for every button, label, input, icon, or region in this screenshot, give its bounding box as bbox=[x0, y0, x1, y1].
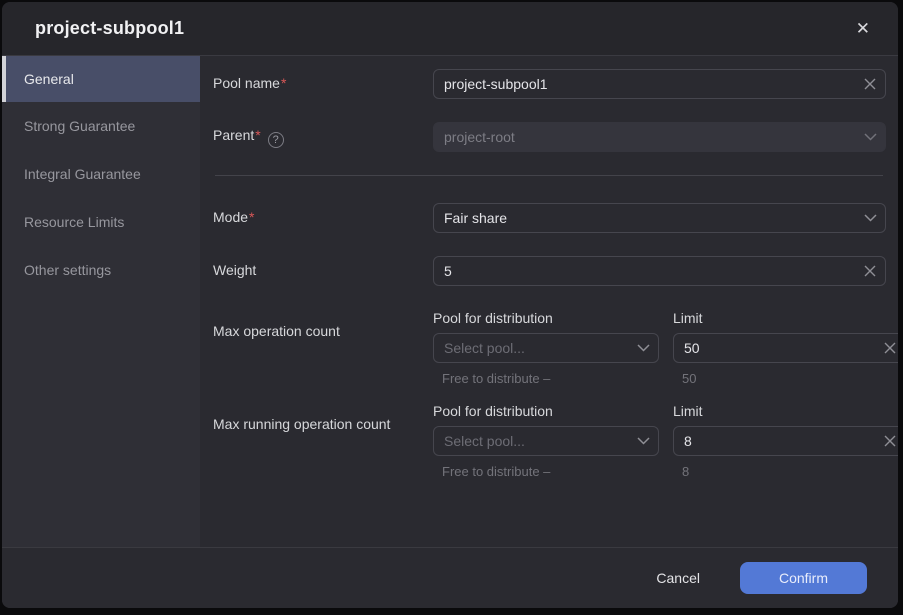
mode-select[interactable] bbox=[433, 203, 886, 233]
dialog-title: project-subpool1 bbox=[35, 18, 184, 39]
limit-label: Limit bbox=[673, 403, 898, 419]
parent-select-value bbox=[434, 123, 855, 151]
free-to-distribute-value: 50 bbox=[673, 371, 898, 389]
pool-name-label-wrap: Pool name* bbox=[213, 75, 433, 93]
sidebar-item-other-settings[interactable]: Other settings bbox=[2, 246, 200, 294]
max-running-operation-count-label-wrap: Max running operation count bbox=[213, 403, 433, 482]
max-running-limit-field bbox=[673, 426, 898, 456]
max-running-pool-select-input[interactable] bbox=[434, 427, 628, 455]
mode-row: Mode* bbox=[213, 203, 886, 233]
confirm-button[interactable]: Confirm bbox=[740, 562, 867, 594]
dialog-header: project-subpool1 ✕ bbox=[2, 2, 898, 56]
parent-row: Parent*? bbox=[213, 122, 886, 152]
clear-icon[interactable] bbox=[875, 427, 898, 455]
weight-row: Weight bbox=[213, 256, 886, 286]
max-running-pool-select[interactable] bbox=[433, 426, 659, 456]
max-op-limit-field bbox=[673, 333, 898, 363]
chevron-down-icon[interactable] bbox=[855, 204, 885, 232]
weight-input[interactable] bbox=[434, 257, 855, 285]
weight-label-wrap: Weight bbox=[213, 262, 433, 280]
general-settings-panel: Pool name* Parent*? bbox=[200, 56, 898, 547]
max-running-operation-count-group: Max running operation count Pool for dis… bbox=[213, 403, 886, 482]
pool-for-distribution-label: Pool for distribution bbox=[433, 403, 659, 419]
help-icon[interactable]: ? bbox=[268, 132, 284, 148]
mode-label-wrap: Mode* bbox=[213, 209, 433, 227]
free-to-distribute-label: Free to distribute – bbox=[433, 371, 659, 389]
clear-icon[interactable] bbox=[855, 257, 885, 285]
dialog-body: General Strong Guarantee Integral Guaran… bbox=[2, 56, 898, 547]
sidebar-item-resource-limits[interactable]: Resource Limits bbox=[2, 198, 200, 246]
free-to-distribute-value: 8 bbox=[673, 464, 898, 482]
dialog-footer: Cancel Confirm bbox=[2, 547, 898, 608]
pool-for-distribution-label: Pool for distribution bbox=[433, 310, 659, 326]
mode-label: Mode bbox=[213, 209, 248, 225]
sidebar-item-label: Resource Limits bbox=[24, 214, 124, 230]
parent-select bbox=[433, 122, 886, 152]
limit-label: Limit bbox=[673, 310, 898, 326]
max-op-pool-select-input[interactable] bbox=[434, 334, 628, 362]
sidebar-item-general[interactable]: General bbox=[2, 56, 200, 102]
free-to-distribute-label: Free to distribute – bbox=[433, 464, 659, 482]
chevron-down-icon bbox=[855, 123, 885, 151]
sidebar-item-label: General bbox=[24, 71, 74, 87]
max-operation-count-group: Max operation count Pool for distributio… bbox=[213, 310, 886, 389]
clear-icon[interactable] bbox=[875, 334, 898, 362]
sidebar-item-label: Integral Guarantee bbox=[24, 166, 141, 182]
max-operation-count-label-wrap: Max operation count bbox=[213, 310, 433, 389]
required-asterisk: * bbox=[281, 75, 286, 91]
parent-label: Parent bbox=[213, 127, 254, 143]
pool-edit-dialog: project-subpool1 ✕ General Strong Guaran… bbox=[2, 2, 898, 608]
chevron-down-icon[interactable] bbox=[628, 427, 658, 455]
max-operation-count-label: Max operation count bbox=[213, 323, 340, 339]
close-icon[interactable]: ✕ bbox=[852, 16, 874, 41]
max-running-limit-input[interactable] bbox=[674, 427, 875, 455]
settings-nav-sidebar: General Strong Guarantee Integral Guaran… bbox=[2, 56, 200, 547]
clear-icon[interactable] bbox=[855, 70, 885, 98]
sidebar-item-strong-guarantee[interactable]: Strong Guarantee bbox=[2, 102, 200, 150]
required-asterisk: * bbox=[255, 127, 260, 143]
weight-label: Weight bbox=[213, 262, 256, 278]
sidebar-item-label: Strong Guarantee bbox=[24, 118, 135, 134]
parent-label-wrap: Parent*? bbox=[213, 127, 433, 148]
weight-field bbox=[433, 256, 886, 286]
max-op-pool-select[interactable] bbox=[433, 333, 659, 363]
sidebar-item-label: Other settings bbox=[24, 262, 111, 278]
required-asterisk: * bbox=[249, 209, 254, 225]
mode-select-value[interactable] bbox=[434, 204, 855, 232]
pool-name-field bbox=[433, 69, 886, 99]
sidebar-item-integral-guarantee[interactable]: Integral Guarantee bbox=[2, 150, 200, 198]
pool-name-row: Pool name* bbox=[213, 69, 886, 99]
max-op-limit-input[interactable] bbox=[674, 334, 875, 362]
section-divider bbox=[215, 175, 883, 176]
pool-name-input[interactable] bbox=[434, 70, 855, 98]
pool-name-label: Pool name bbox=[213, 75, 280, 91]
cancel-button[interactable]: Cancel bbox=[638, 562, 718, 594]
chevron-down-icon[interactable] bbox=[628, 334, 658, 362]
max-running-operation-count-label: Max running operation count bbox=[213, 416, 390, 432]
